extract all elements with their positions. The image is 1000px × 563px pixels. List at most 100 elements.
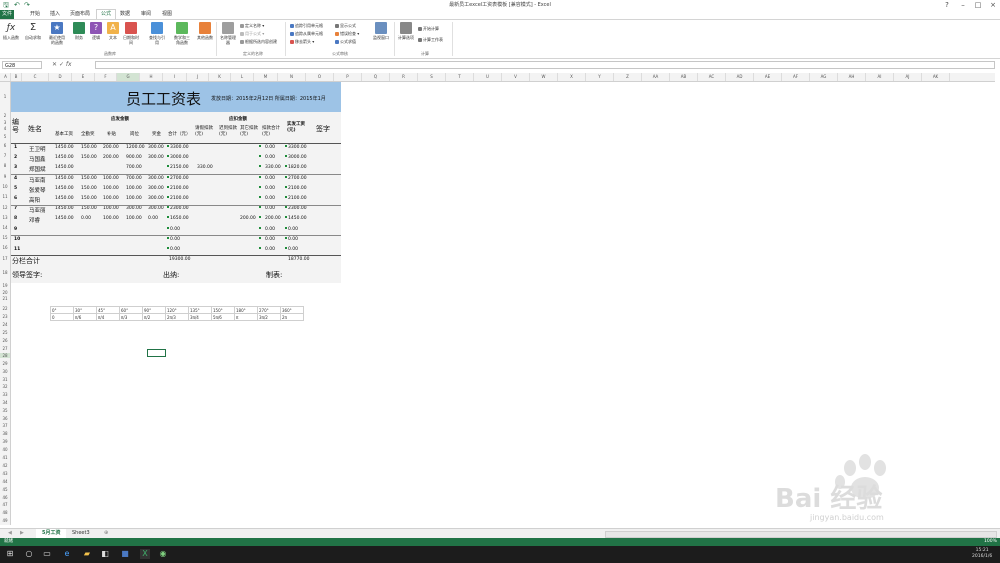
row-header[interactable]: 9 xyxy=(0,174,10,179)
tab-page-layout[interactable]: 页面布局 xyxy=(66,10,94,19)
column-header[interactable]: L xyxy=(231,73,254,81)
salary-cell-dtotal[interactable]: 200.00 xyxy=(265,216,281,221)
salary-cell-total[interactable]: 2700.00 xyxy=(170,176,189,181)
store-icon[interactable]: ◧ xyxy=(100,549,110,559)
salary-cell-basic[interactable]: 1450.00 xyxy=(55,155,74,160)
more-functions-button[interactable]: 其他函数 xyxy=(196,22,214,40)
column-header[interactable]: G xyxy=(117,73,140,81)
sheet-tab-sheet3[interactable]: Sheet3 xyxy=(66,529,96,538)
folder-icon[interactable]: ▰ xyxy=(82,549,92,559)
row-header[interactable]: 37 xyxy=(0,423,10,428)
column-header[interactable]: Z xyxy=(614,73,642,81)
calc-sheet-button[interactable]: 计算工作表 xyxy=(418,37,443,42)
close-icon[interactable]: × xyxy=(986,0,1000,10)
row-header[interactable]: 28 xyxy=(0,353,10,358)
row-header[interactable]: 44 xyxy=(0,479,10,484)
salary-cell-actual[interactable]: 2700.00 xyxy=(288,176,307,181)
trace-dependents-button[interactable]: 追踪从属单元格 xyxy=(290,31,323,36)
salary-cell-no[interactable]: 2 xyxy=(14,155,17,160)
trace-precedents-button[interactable]: 追踪引用单元格 xyxy=(290,23,323,28)
column-header[interactable]: Q xyxy=(362,73,390,81)
row-header[interactable]: 24 xyxy=(0,322,10,327)
text-button[interactable]: A 文本 xyxy=(104,22,122,40)
column-header[interactable]: E xyxy=(72,73,95,81)
salary-cell-basic[interactable]: 1450.00 xyxy=(55,186,74,191)
row-header[interactable]: 27 xyxy=(0,346,10,351)
row-header[interactable]: 34 xyxy=(0,400,10,405)
column-header[interactable]: T xyxy=(446,73,474,81)
row-header[interactable]: 2 xyxy=(0,113,10,118)
angle-cell[interactable]: 0° xyxy=(50,306,74,314)
salary-cell-total[interactable]: 0.00 xyxy=(170,227,180,232)
salary-cell-no[interactable]: 3 xyxy=(14,165,17,170)
salary-cell-post[interactable]: 900.00 xyxy=(126,155,142,160)
column-header[interactable]: H xyxy=(140,73,163,81)
row-header[interactable]: 1 xyxy=(0,94,10,99)
salary-cell-no[interactable]: 4 xyxy=(14,176,17,181)
row-header[interactable]: 19 xyxy=(0,283,10,288)
column-header[interactable]: F xyxy=(95,73,117,81)
tab-insert[interactable]: 插入 xyxy=(46,10,64,19)
angle-cell[interactable]: π/3 xyxy=(119,313,143,321)
enter-icon[interactable]: ✓ xyxy=(59,61,64,68)
start-icon[interactable]: ⊞ xyxy=(5,549,15,559)
column-header[interactable]: P xyxy=(334,73,362,81)
salary-cell-seniority[interactable]: 0.00 xyxy=(81,216,91,221)
salary-cell-name[interactable]: 邓睿 xyxy=(29,216,40,224)
row-header[interactable]: 43 xyxy=(0,471,10,476)
row-header[interactable]: 6 xyxy=(0,143,10,148)
salary-cell-no[interactable]: 10 xyxy=(14,237,20,242)
salary-cell-basic[interactable]: 1450.00 xyxy=(55,176,74,181)
horizontal-scrollbar[interactable] xyxy=(605,531,997,538)
salary-cell-basic[interactable]: 1450.00 xyxy=(55,206,74,211)
salary-cell-bonus[interactable]: 300.00 xyxy=(148,206,164,211)
salary-cell-seniority[interactable]: 150.00 xyxy=(81,186,97,191)
maximize-icon[interactable]: □ xyxy=(971,0,985,10)
salary-cell-actual[interactable]: 3300.00 xyxy=(288,145,307,150)
salary-cell-basic[interactable]: 1450.00 xyxy=(55,196,74,201)
logical-button[interactable]: ? 逻辑 xyxy=(87,22,105,40)
salary-cell-total[interactable]: 3000.00 xyxy=(170,155,189,160)
salary-cell-bonus[interactable]: 300.00 xyxy=(148,176,164,181)
salary-cell-actual[interactable]: 1820.00 xyxy=(288,165,307,170)
tab-home[interactable]: 开始 xyxy=(26,10,44,19)
financial-button[interactable]: 财务 xyxy=(70,22,88,40)
column-header[interactable]: AK xyxy=(922,73,950,81)
remove-arrows-button[interactable]: 移去箭头 ▾ xyxy=(290,39,314,44)
salary-cell-no[interactable]: 7 xyxy=(14,206,17,211)
column-header[interactable]: I xyxy=(163,73,187,81)
salary-cell-post[interactable]: 100.00 xyxy=(126,216,142,221)
cancel-icon[interactable]: ✕ xyxy=(52,61,57,68)
sheet-next-icon[interactable]: ▶ xyxy=(14,529,30,538)
column-header[interactable]: O xyxy=(306,73,334,81)
salary-cell-total[interactable]: 2300.00 xyxy=(170,206,189,211)
salary-cell-name[interactable]: 马亚丽 xyxy=(29,206,46,214)
salary-cell-total[interactable]: 1650.00 xyxy=(170,216,189,221)
salary-cell-post[interactable]: 700.00 xyxy=(126,176,142,181)
salary-cell-allowance[interactable]: 200.00 xyxy=(103,145,119,150)
angle-cell[interactable]: 360° xyxy=(280,306,304,314)
row-header[interactable]: 8 xyxy=(0,163,10,168)
salary-cell-name[interactable]: 王卫明 xyxy=(29,145,46,153)
salary-cell-bonus[interactable]: 0.00 xyxy=(148,216,158,221)
salary-cell-actual[interactable]: 2300.00 xyxy=(288,206,307,211)
row-header[interactable]: 40 xyxy=(0,447,10,452)
angle-cell[interactable]: 5π/6 xyxy=(211,313,235,321)
show-formulas-button[interactable]: 显示公式 xyxy=(335,23,356,28)
row-header[interactable]: 7 xyxy=(0,153,10,158)
angle-cell[interactable]: π/6 xyxy=(73,313,97,321)
salary-cell-total[interactable]: 0.00 xyxy=(170,237,180,242)
search-icon[interactable]: ○ xyxy=(24,549,34,559)
row-header[interactable]: 11 xyxy=(0,194,10,199)
column-header[interactable]: X xyxy=(558,73,586,81)
row-header[interactable]: 22 xyxy=(0,306,10,311)
salary-cell-allowance[interactable]: 100.00 xyxy=(103,176,119,181)
angle-cell[interactable]: 30° xyxy=(73,306,97,314)
define-name-button[interactable]: 定义名称 ▾ xyxy=(240,23,264,28)
row-header[interactable]: 4 xyxy=(0,126,10,131)
salary-cell-no[interactable]: 11 xyxy=(14,247,20,252)
salary-cell-allowance[interactable]: 100.00 xyxy=(103,186,119,191)
salary-cell-post[interactable]: 100.00 xyxy=(126,196,142,201)
angle-cell[interactable]: 2π xyxy=(280,313,304,321)
row-header[interactable]: 31 xyxy=(0,377,10,382)
